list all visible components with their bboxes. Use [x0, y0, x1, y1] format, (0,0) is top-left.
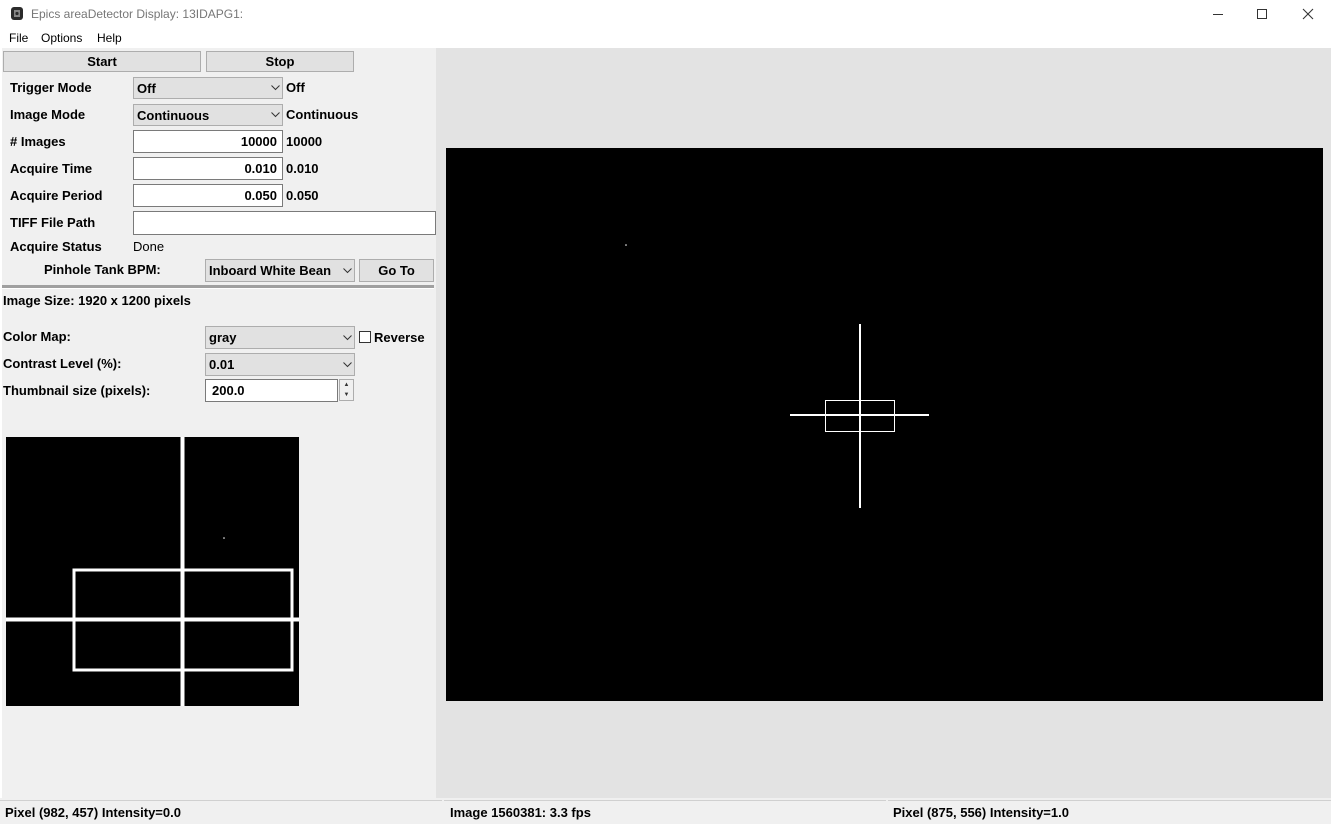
acquire-status-label: Acquire Status: [10, 239, 102, 254]
trigger-mode-label: Trigger Mode: [10, 80, 92, 95]
chevron-down-icon: [340, 267, 354, 274]
maximize-icon: [1257, 9, 1267, 19]
reverse-label: Reverse: [374, 330, 425, 345]
status-right-text: Pixel (875, 556) Intensity=1.0: [893, 805, 1069, 820]
chevron-down-icon: [340, 361, 354, 368]
pinhole-select[interactable]: Inboard White Bean: [205, 259, 355, 282]
contrast-select[interactable]: 0.01: [205, 353, 355, 376]
acquire-status-value: Done: [133, 239, 165, 254]
pinhole-value: Inboard White Bean: [209, 263, 332, 278]
thumbnail-image[interactable]: [6, 437, 299, 706]
num-images-input[interactable]: 10000: [133, 130, 283, 153]
chevron-down-icon: [268, 112, 282, 118]
status-left-text: Pixel (982, 457) Intensity=0.0: [5, 805, 181, 820]
contrast-label: Contrast Level (%):: [3, 356, 122, 371]
acquire-period-input[interactable]: 0.050: [133, 184, 283, 207]
minimize-button[interactable]: [1195, 0, 1241, 28]
image-mode-select[interactable]: Continuous: [133, 104, 283, 126]
maximize-button[interactable]: [1239, 0, 1285, 28]
pinhole-label: Pinhole Tank BPM:: [44, 262, 161, 277]
tiff-path-input[interactable]: [133, 211, 436, 235]
spin-up-icon[interactable]: ▲: [340, 380, 353, 390]
close-icon: [1302, 8, 1314, 20]
main-image[interactable]: [446, 148, 1323, 701]
stop-button[interactable]: Stop: [206, 51, 354, 72]
spin-down-icon[interactable]: ▼: [340, 390, 353, 400]
menu-options[interactable]: Options: [41, 31, 82, 45]
separator: [2, 285, 434, 289]
go-to-button[interactable]: Go To: [359, 259, 434, 282]
thumbnail-size-input[interactable]: 200.0: [205, 379, 338, 402]
acquire-time-readback: 0.010: [286, 161, 319, 176]
window-title: Epics areaDetector Display: 13IDAPG1:: [31, 7, 244, 21]
trigger-mode-value: Off: [137, 80, 156, 96]
color-map-select[interactable]: gray: [205, 326, 355, 349]
image-mode-value: Continuous: [137, 107, 210, 123]
menu-bar: File Options Help: [0, 28, 1331, 48]
app-icon: [11, 7, 23, 20]
status-middle-text: Image 1560381: 3.3 fps: [450, 805, 591, 820]
image-mode-readback: Continuous: [286, 107, 359, 122]
image-size-text: Image Size: 1920 x 1200 pixels: [3, 293, 191, 308]
acquire-period-label: Acquire Period: [10, 188, 103, 203]
menu-file[interactable]: File: [9, 31, 28, 45]
minimize-icon: [1213, 14, 1223, 15]
title-bar: Epics areaDetector Display: 13IDAPG1:: [0, 0, 1331, 28]
start-button[interactable]: Start: [3, 51, 201, 72]
image-mode-label: Image Mode: [10, 107, 86, 122]
thumbnail-spinner[interactable]: ▲ ▼: [339, 379, 354, 401]
trigger-mode-select[interactable]: Off: [133, 77, 283, 99]
num-images-readback: 10000: [286, 134, 323, 149]
close-button[interactable]: [1285, 0, 1331, 28]
reverse-checkbox[interactable]: [359, 331, 371, 343]
thumbnail-label: Thumbnail size (pixels):: [3, 383, 151, 398]
contrast-value: 0.01: [209, 357, 235, 372]
trigger-mode-readback: Off: [286, 80, 305, 95]
chevron-down-icon: [268, 85, 282, 91]
tiff-path-label: TIFF File Path: [10, 215, 96, 230]
num-images-label: # Images: [10, 134, 66, 149]
color-map-label: Color Map:: [3, 329, 71, 344]
menu-help[interactable]: Help: [97, 31, 122, 45]
acquire-period-readback: 0.050: [286, 188, 319, 203]
color-map-value: gray: [209, 330, 237, 345]
acquire-time-label: Acquire Time: [10, 161, 93, 176]
acquire-time-input[interactable]: 0.010: [133, 157, 283, 180]
chevron-down-icon: [340, 334, 354, 341]
